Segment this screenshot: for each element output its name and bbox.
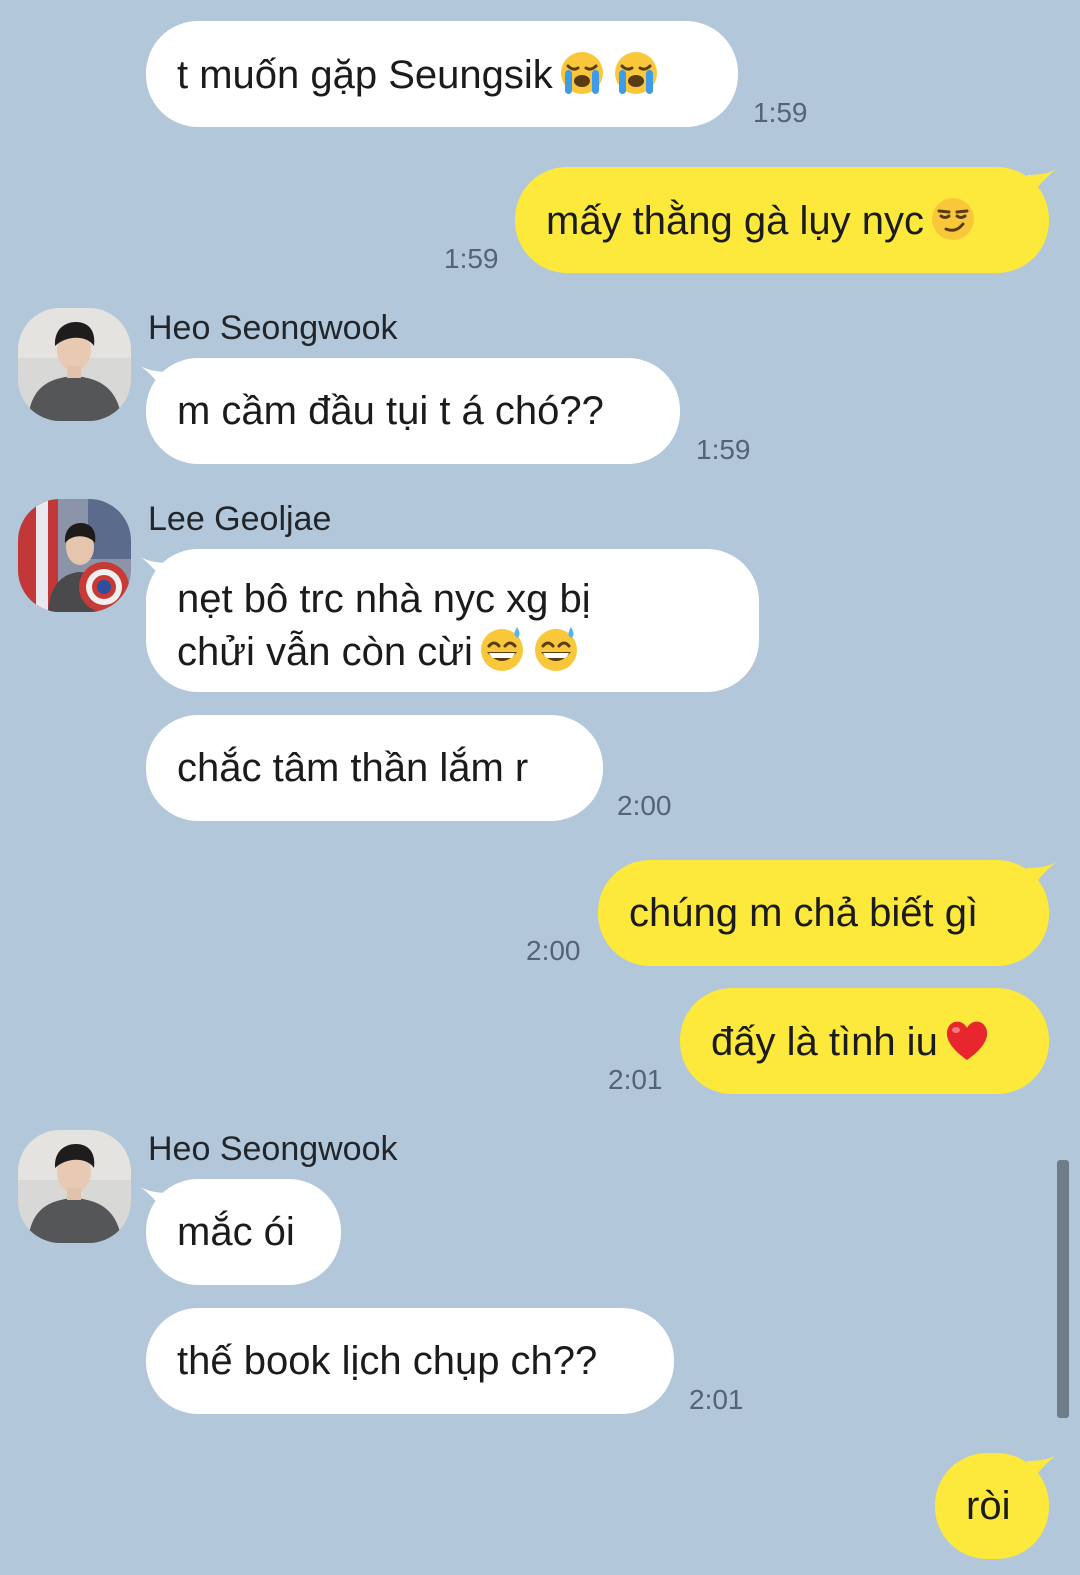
message-timestamp: 2:01 bbox=[689, 1384, 744, 1415]
message-text: mắc ói bbox=[177, 1210, 295, 1254]
message-bubble[interactable]: m cầm đầu tụi t á chó?? bbox=[146, 358, 680, 464]
bubble-tail bbox=[140, 557, 170, 583]
message-text: mấy thằng gà lụy nyc bbox=[546, 199, 924, 243]
avatar[interactable] bbox=[18, 499, 131, 612]
loudly-crying-emoji-icon bbox=[557, 48, 607, 98]
bubble-tail bbox=[1027, 1455, 1057, 1481]
message-bubble[interactable]: t muốn gặp Seungsik bbox=[146, 21, 738, 127]
message-text: ròi bbox=[966, 1484, 1011, 1528]
sender-name: Heo Seongwook bbox=[148, 309, 398, 347]
message-bubble[interactable]: mấy thằng gà lụy nyc bbox=[515, 167, 1049, 273]
message-text: m cầm đầu tụi t á chó?? bbox=[177, 389, 604, 433]
message-timestamp: 1:59 bbox=[753, 97, 808, 128]
grinning-sweat-emoji-icon bbox=[477, 625, 527, 675]
message-bubble[interactable]: mắc ói bbox=[146, 1179, 341, 1285]
bubble-tail bbox=[140, 1187, 170, 1213]
red-heart-emoji-icon bbox=[942, 1015, 992, 1065]
sender-name: Lee Geoljae bbox=[148, 500, 332, 538]
message-timestamp: 1:59 bbox=[444, 243, 499, 274]
grinning-sweat-emoji-icon bbox=[531, 625, 581, 675]
message-bubble[interactable]: đấy là tình iu bbox=[680, 988, 1049, 1094]
loudly-crying-emoji-icon bbox=[611, 48, 661, 98]
message-text: chắc tâm thần lắm r bbox=[177, 746, 529, 790]
avatar[interactable] bbox=[18, 1130, 131, 1243]
message-timestamp: 2:01 bbox=[608, 1064, 663, 1095]
message-text: đấy là tình iu bbox=[711, 1020, 938, 1064]
bubble-tail bbox=[140, 366, 170, 392]
avatar[interactable] bbox=[18, 308, 131, 421]
message-text-line: nẹt bô trc nhà nyc xg bị bbox=[177, 577, 591, 621]
message-timestamp: 2:00 bbox=[526, 935, 581, 966]
sender-name: Heo Seongwook bbox=[148, 1130, 398, 1168]
message-text-line: chửi vẫn còn cừi bbox=[177, 630, 473, 674]
smirking-emoji-icon bbox=[928, 194, 978, 244]
message-text: t muốn gặp Seungsik bbox=[177, 53, 553, 97]
scrollbar[interactable] bbox=[1057, 1160, 1069, 1418]
message-bubble[interactable]: thế book lịch chụp ch?? bbox=[146, 1308, 674, 1414]
message-bubble[interactable]: chúng m chả biết gì bbox=[598, 860, 1049, 966]
message-text: chúng m chả biết gì bbox=[629, 891, 979, 935]
message-bubble[interactable]: nẹt bô trc nhà nyc xg bị chửi vẫn còn cừ… bbox=[146, 549, 759, 692]
message-bubble[interactable]: ròi bbox=[935, 1453, 1049, 1559]
message-timestamp: 2:00 bbox=[617, 790, 672, 821]
message-timestamp: 1:59 bbox=[696, 434, 751, 465]
message-bubble[interactable]: chắc tâm thần lắm r bbox=[146, 715, 603, 821]
bubble-tail bbox=[1027, 862, 1057, 888]
message-text: thế book lịch chụp ch?? bbox=[177, 1339, 598, 1383]
bubble-tail bbox=[1027, 169, 1057, 195]
